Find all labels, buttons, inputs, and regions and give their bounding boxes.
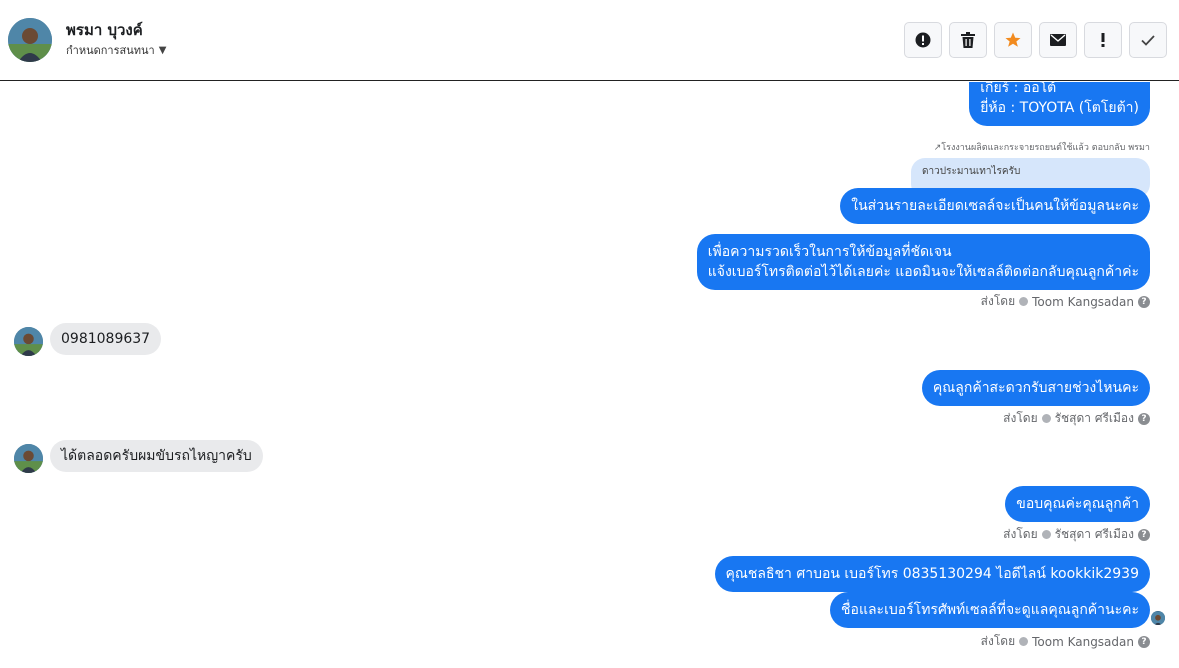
help-icon[interactable]: ? (1138, 412, 1150, 425)
mail-icon (1050, 34, 1066, 46)
outgoing-message: เพื่อความรวดเร็วในการให้ข้อมูลที่ชัดเจน … (696, 234, 1150, 290)
reply-note-text: โรงงานผลิตและกระจายรถยนต์ใช้แล้ว ตอบกลับ… (941, 143, 1150, 153)
delete-button[interactable] (949, 22, 987, 58)
outgoing-message-car-info: เกียร์ : ออโต้ ยี่ห้อ : TOYOTA (โตโยต้า) (969, 82, 1150, 126)
outgoing-message: ขอบคุณค่ะคุณลูกค้า (1005, 486, 1150, 522)
check-icon (1141, 34, 1155, 46)
contact-name: พรมา บุวงค์ (66, 21, 143, 39)
sent-by-label: ส่งโดย (1003, 411, 1038, 425)
done-button[interactable] (1129, 22, 1167, 58)
outgoing-message: คุณลูกค้าสะดวกรับสายช่วงไหนคะ (921, 370, 1150, 406)
conversation-header: พรมา บุวงค์ กำหนดการสนทนา ▼ (0, 0, 1179, 81)
sender-name: Toom Kangsadan (1032, 294, 1134, 309)
help-icon[interactable]: ? (1138, 528, 1150, 541)
message-line: แจ้งเบอร์โทรติดต่อไว้ได้เลยค่ะ แอดมินจะใ… (707, 264, 1139, 280)
reply-note: ↗โรงงานผลิตและกระจายรถยนต์ใช้แล้ว ตอบกลั… (934, 140, 1150, 154)
message-thread[interactable]: เกียร์ : ออโต้ ยี่ห้อ : TOYOTA (โตโยต้า)… (0, 82, 1179, 668)
alert-button[interactable] (904, 22, 942, 58)
outgoing-message: คุณชลธิชา ศาบอน เบอร์โทร 0835130294 ไอดี… (714, 556, 1150, 592)
sent-by-info: ส่งโดย รัชสุดา ศรีเมือง ? (1003, 525, 1150, 544)
sender-name: Toom Kangsadan (1032, 634, 1134, 649)
outgoing-message: ในส่วนรายละเอียดเซลล์จะเป็นคนให้ข้อมูลนะ… (840, 188, 1150, 224)
sent-by-label: ส่งโดย (980, 634, 1016, 648)
incoming-message: ได้ตลอดครับผมขับรถไหญาครับ (50, 440, 263, 472)
sent-by-info: ส่งโดย Toom Kangsadan ? (981, 292, 1150, 311)
seen-avatar (1151, 611, 1165, 625)
verified-icon (1019, 297, 1029, 306)
sent-by-info: ส่งโดย Toom Kangsadan ? (981, 632, 1150, 651)
car-gear-line: เกียร์ : ออโต้ (980, 82, 1057, 96)
verified-icon (1041, 414, 1051, 423)
exclamation-button[interactable] (1084, 22, 1122, 58)
sender-name: รัชสุดา ศรีเมือง (1054, 527, 1134, 541)
message-line: เพื่อความรวดเร็วในการให้ข้อมูลที่ชัดเจน (707, 244, 952, 260)
contact-avatar[interactable] (8, 18, 52, 62)
trash-icon (961, 32, 975, 48)
help-icon[interactable]: ? (1138, 295, 1150, 308)
conversation-label: กำหนดการสนทนา (66, 44, 155, 57)
mail-button[interactable] (1039, 22, 1077, 58)
sent-by-label: ส่งโดย (980, 294, 1016, 308)
sender-name: รัชสุดา ศรีเมือง (1054, 411, 1134, 425)
car-brand-line: ยี่ห้อ : TOYOTA (โตโยต้า) (980, 100, 1139, 116)
help-icon[interactable]: ? (1138, 635, 1150, 648)
star-icon (1005, 32, 1021, 47)
exclamation-icon (1101, 33, 1105, 47)
conversation-label-dropdown[interactable]: กำหนดการสนทนา ▼ (66, 41, 166, 59)
contact-avatar-small (14, 444, 43, 473)
verified-icon (1019, 637, 1029, 646)
sent-by-label: ส่งโดย (1003, 527, 1038, 541)
caret-down-icon: ▼ (158, 44, 167, 56)
star-button[interactable] (994, 22, 1032, 58)
contact-avatar-small (14, 327, 43, 356)
incoming-message: 0981089637 (50, 323, 162, 355)
toolbar (904, 22, 1167, 58)
outgoing-message: ชื่อและเบอร์โทรศัพท์เซลล์ที่จะดูแลคุณลูก… (830, 592, 1150, 628)
verified-icon (1041, 530, 1051, 539)
alert-circle-icon (915, 32, 931, 48)
sent-by-info: ส่งโดย รัชสุดา ศรีเมือง ? (1003, 409, 1150, 428)
